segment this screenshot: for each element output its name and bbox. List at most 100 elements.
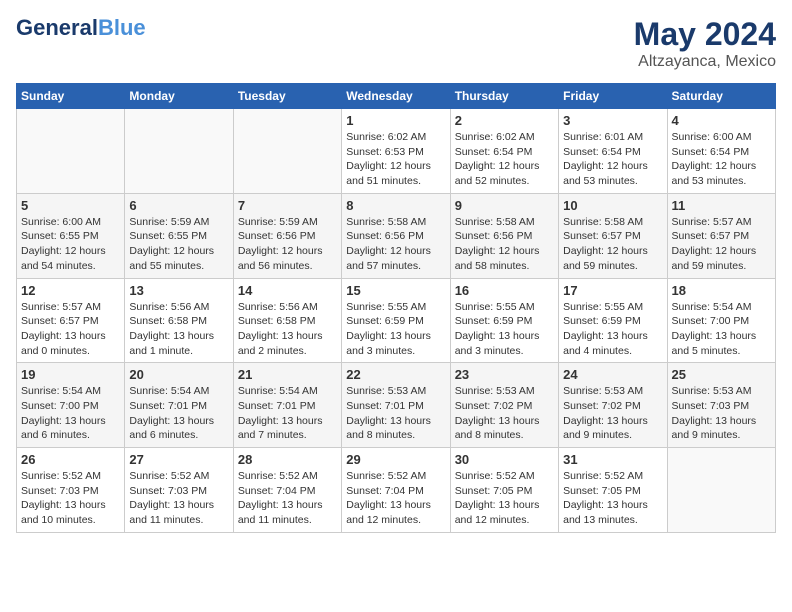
- day-number: 8: [346, 198, 445, 213]
- calendar-cell: 24 Sunrise: 5:53 AMSunset: 7:02 PMDayligh…: [559, 363, 667, 448]
- day-info: Sunrise: 5:52 AMSunset: 7:03 PMDaylight:…: [21, 469, 120, 528]
- day-number: 30: [455, 452, 554, 467]
- day-number: 17: [563, 283, 662, 298]
- day-number: 18: [672, 283, 771, 298]
- calendar-cell: 14Sunrise: 5:56 AMSunset: 6:58 PMDayligh…: [233, 278, 341, 363]
- day-number: 6: [129, 198, 228, 213]
- day-number: 11: [672, 198, 771, 213]
- day-info: Sunrise: 5:53 AMSunset: 7:01 PMDaylight:…: [346, 384, 445, 443]
- weekday-header: Thursday: [450, 84, 558, 109]
- day-info: Sunrise: 5:52 AMSunset: 7:05 PMDaylight:…: [563, 469, 662, 528]
- calendar-cell: 15 Sunrise: 5:55 AMSunset: 6:59 PMDayligh…: [342, 278, 450, 363]
- day-info: Sunrise: 5:54 AMSunset: 7:01 PMDaylight:…: [129, 384, 228, 443]
- day-info: Sunrise: 5:59 AMSunset: 6:56 PMDaylight:…: [238, 215, 337, 274]
- day-info: Sunrise: 5:58 AMSunset: 6:57 PMDaylight:…: [563, 215, 662, 274]
- day-info: Sunrise: 5:52 AMSunset: 7:04 PMDaylight:…: [346, 469, 445, 528]
- logo-text: GeneralBlue: [16, 16, 146, 40]
- calendar-cell: 23 Sunrise: 5:53 AMSunset: 7:02 PMDayligh…: [450, 363, 558, 448]
- day-info: Sunrise: 6:00 AMSunset: 6:54 PMDaylight:…: [672, 130, 771, 189]
- day-info: Sunrise: 5:59 AMSunset: 6:55 PMDaylight:…: [129, 215, 228, 274]
- day-number: 31: [563, 452, 662, 467]
- day-info: Sunrise: 5:54 AMSunset: 7:00 PMDaylight:…: [672, 300, 771, 359]
- weekday-header: Wednesday: [342, 84, 450, 109]
- month-title: May 2024: [634, 16, 776, 53]
- day-info: Sunrise: 5:55 AMSunset: 6:59 PMDaylight:…: [346, 300, 445, 359]
- location-title: Altzayanca, Mexico: [634, 53, 776, 71]
- day-info: Sunrise: 5:58 AMSunset: 6:56 PMDaylight:…: [455, 215, 554, 274]
- calendar-cell: [17, 109, 125, 194]
- calendar-cell: 18 Sunrise: 5:54 AMSunset: 7:00 PMDayligh…: [667, 278, 775, 363]
- day-number: 3: [563, 113, 662, 128]
- day-number: 15: [346, 283, 445, 298]
- day-info: Sunrise: 6:02 AMSunset: 6:54 PMDaylight:…: [455, 130, 554, 189]
- calendar-cell: 26Sunrise: 5:52 AMSunset: 7:03 PMDayligh…: [17, 448, 125, 533]
- calendar-cell: 31 Sunrise: 5:52 AMSunset: 7:05 PMDayligh…: [559, 448, 667, 533]
- day-info: Sunrise: 5:53 AMSunset: 7:02 PMDaylight:…: [455, 384, 554, 443]
- day-info: Sunrise: 5:52 AMSunset: 7:04 PMDaylight:…: [238, 469, 337, 528]
- day-info: Sunrise: 5:57 AMSunset: 6:57 PMDaylight:…: [672, 215, 771, 274]
- day-number: 1: [346, 113, 445, 128]
- day-number: 25: [672, 367, 771, 382]
- day-number: 23: [455, 367, 554, 382]
- weekday-header: Monday: [125, 84, 233, 109]
- calendar-week-row: 12Sunrise: 5:57 AMSunset: 6:57 PMDayligh…: [17, 278, 776, 363]
- day-info: Sunrise: 5:52 AMSunset: 7:05 PMDaylight:…: [455, 469, 554, 528]
- day-number: 14: [238, 283, 337, 298]
- calendar-cell: 16 Sunrise: 5:55 AMSunset: 6:59 PMDayligh…: [450, 278, 558, 363]
- calendar-cell: 9 Sunrise: 5:58 AMSunset: 6:56 PMDaylight…: [450, 193, 558, 278]
- day-number: 21: [238, 367, 337, 382]
- day-info: Sunrise: 5:54 AMSunset: 7:01 PMDaylight:…: [238, 384, 337, 443]
- calendar-cell: 3 Sunrise: 6:01 AMSunset: 6:54 PMDaylight…: [559, 109, 667, 194]
- calendar-cell: 13Sunrise: 5:56 AMSunset: 6:58 PMDayligh…: [125, 278, 233, 363]
- weekday-header: Tuesday: [233, 84, 341, 109]
- calendar-cell: 6 Sunrise: 5:59 AMSunset: 6:55 PMDaylight…: [125, 193, 233, 278]
- day-info: Sunrise: 5:53 AMSunset: 7:03 PMDaylight:…: [672, 384, 771, 443]
- logo: GeneralBlue: [16, 16, 146, 40]
- day-info: Sunrise: 5:55 AMSunset: 6:59 PMDaylight:…: [563, 300, 662, 359]
- calendar-cell: 22 Sunrise: 5:53 AMSunset: 7:01 PMDayligh…: [342, 363, 450, 448]
- calendar-cell: 11 Sunrise: 5:57 AMSunset: 6:57 PMDayligh…: [667, 193, 775, 278]
- day-number: 28: [238, 452, 337, 467]
- calendar-cell: 12Sunrise: 5:57 AMSunset: 6:57 PMDayligh…: [17, 278, 125, 363]
- calendar-cell: 5Sunrise: 6:00 AMSunset: 6:55 PMDaylight…: [17, 193, 125, 278]
- calendar-cell: 30 Sunrise: 5:52 AMSunset: 7:05 PMDayligh…: [450, 448, 558, 533]
- day-info: Sunrise: 5:53 AMSunset: 7:02 PMDaylight:…: [563, 384, 662, 443]
- day-number: 7: [238, 198, 337, 213]
- calendar-week-row: 26Sunrise: 5:52 AMSunset: 7:03 PMDayligh…: [17, 448, 776, 533]
- day-info: Sunrise: 5:52 AMSunset: 7:03 PMDaylight:…: [129, 469, 228, 528]
- calendar-week-row: 1 Sunrise: 6:02 AMSunset: 6:53 PMDaylight…: [17, 109, 776, 194]
- day-number: 9: [455, 198, 554, 213]
- day-number: 19: [21, 367, 120, 382]
- calendar-cell: 20 Sunrise: 5:54 AMSunset: 7:01 PMDayligh…: [125, 363, 233, 448]
- day-number: 29: [346, 452, 445, 467]
- day-info: Sunrise: 5:54 AMSunset: 7:00 PMDaylight:…: [21, 384, 120, 443]
- calendar-cell: [667, 448, 775, 533]
- day-number: 16: [455, 283, 554, 298]
- weekday-header: Sunday: [17, 84, 125, 109]
- calendar-cell: 1 Sunrise: 6:02 AMSunset: 6:53 PMDaylight…: [342, 109, 450, 194]
- calendar-cell: 7 Sunrise: 5:59 AMSunset: 6:56 PMDaylight…: [233, 193, 341, 278]
- calendar-cell: 2 Sunrise: 6:02 AMSunset: 6:54 PMDaylight…: [450, 109, 558, 194]
- calendar-cell: 17 Sunrise: 5:55 AMSunset: 6:59 PMDayligh…: [559, 278, 667, 363]
- calendar-cell: 25 Sunrise: 5:53 AMSunset: 7:03 PMDayligh…: [667, 363, 775, 448]
- calendar-table: SundayMondayTuesdayWednesdayThursdayFrid…: [16, 83, 776, 533]
- calendar-cell: [233, 109, 341, 194]
- day-number: 27: [129, 452, 228, 467]
- day-number: 20: [129, 367, 228, 382]
- day-info: Sunrise: 5:58 AMSunset: 6:56 PMDaylight:…: [346, 215, 445, 274]
- calendar-header-row: SundayMondayTuesdayWednesdayThursdayFrid…: [17, 84, 776, 109]
- calendar-week-row: 5Sunrise: 6:00 AMSunset: 6:55 PMDaylight…: [17, 193, 776, 278]
- day-info: Sunrise: 6:01 AMSunset: 6:54 PMDaylight:…: [563, 130, 662, 189]
- day-info: Sunrise: 5:55 AMSunset: 6:59 PMDaylight:…: [455, 300, 554, 359]
- day-number: 4: [672, 113, 771, 128]
- page-header: GeneralBlue May 2024 Altzayanca, Mexico: [16, 16, 776, 71]
- day-number: 24: [563, 367, 662, 382]
- calendar-cell: 4 Sunrise: 6:00 AMSunset: 6:54 PMDaylight…: [667, 109, 775, 194]
- calendar-cell: 28 Sunrise: 5:52 AMSunset: 7:04 PMDayligh…: [233, 448, 341, 533]
- day-number: 22: [346, 367, 445, 382]
- day-info: Sunrise: 5:56 AMSunset: 6:58 PMDaylight:…: [129, 300, 228, 359]
- day-info: Sunrise: 6:00 AMSunset: 6:55 PMDaylight:…: [21, 215, 120, 274]
- day-number: 2: [455, 113, 554, 128]
- day-info: Sunrise: 6:02 AMSunset: 6:53 PMDaylight:…: [346, 130, 445, 189]
- calendar-cell: 19 Sunrise: 5:54 AMSunset: 7:00 PMDayligh…: [17, 363, 125, 448]
